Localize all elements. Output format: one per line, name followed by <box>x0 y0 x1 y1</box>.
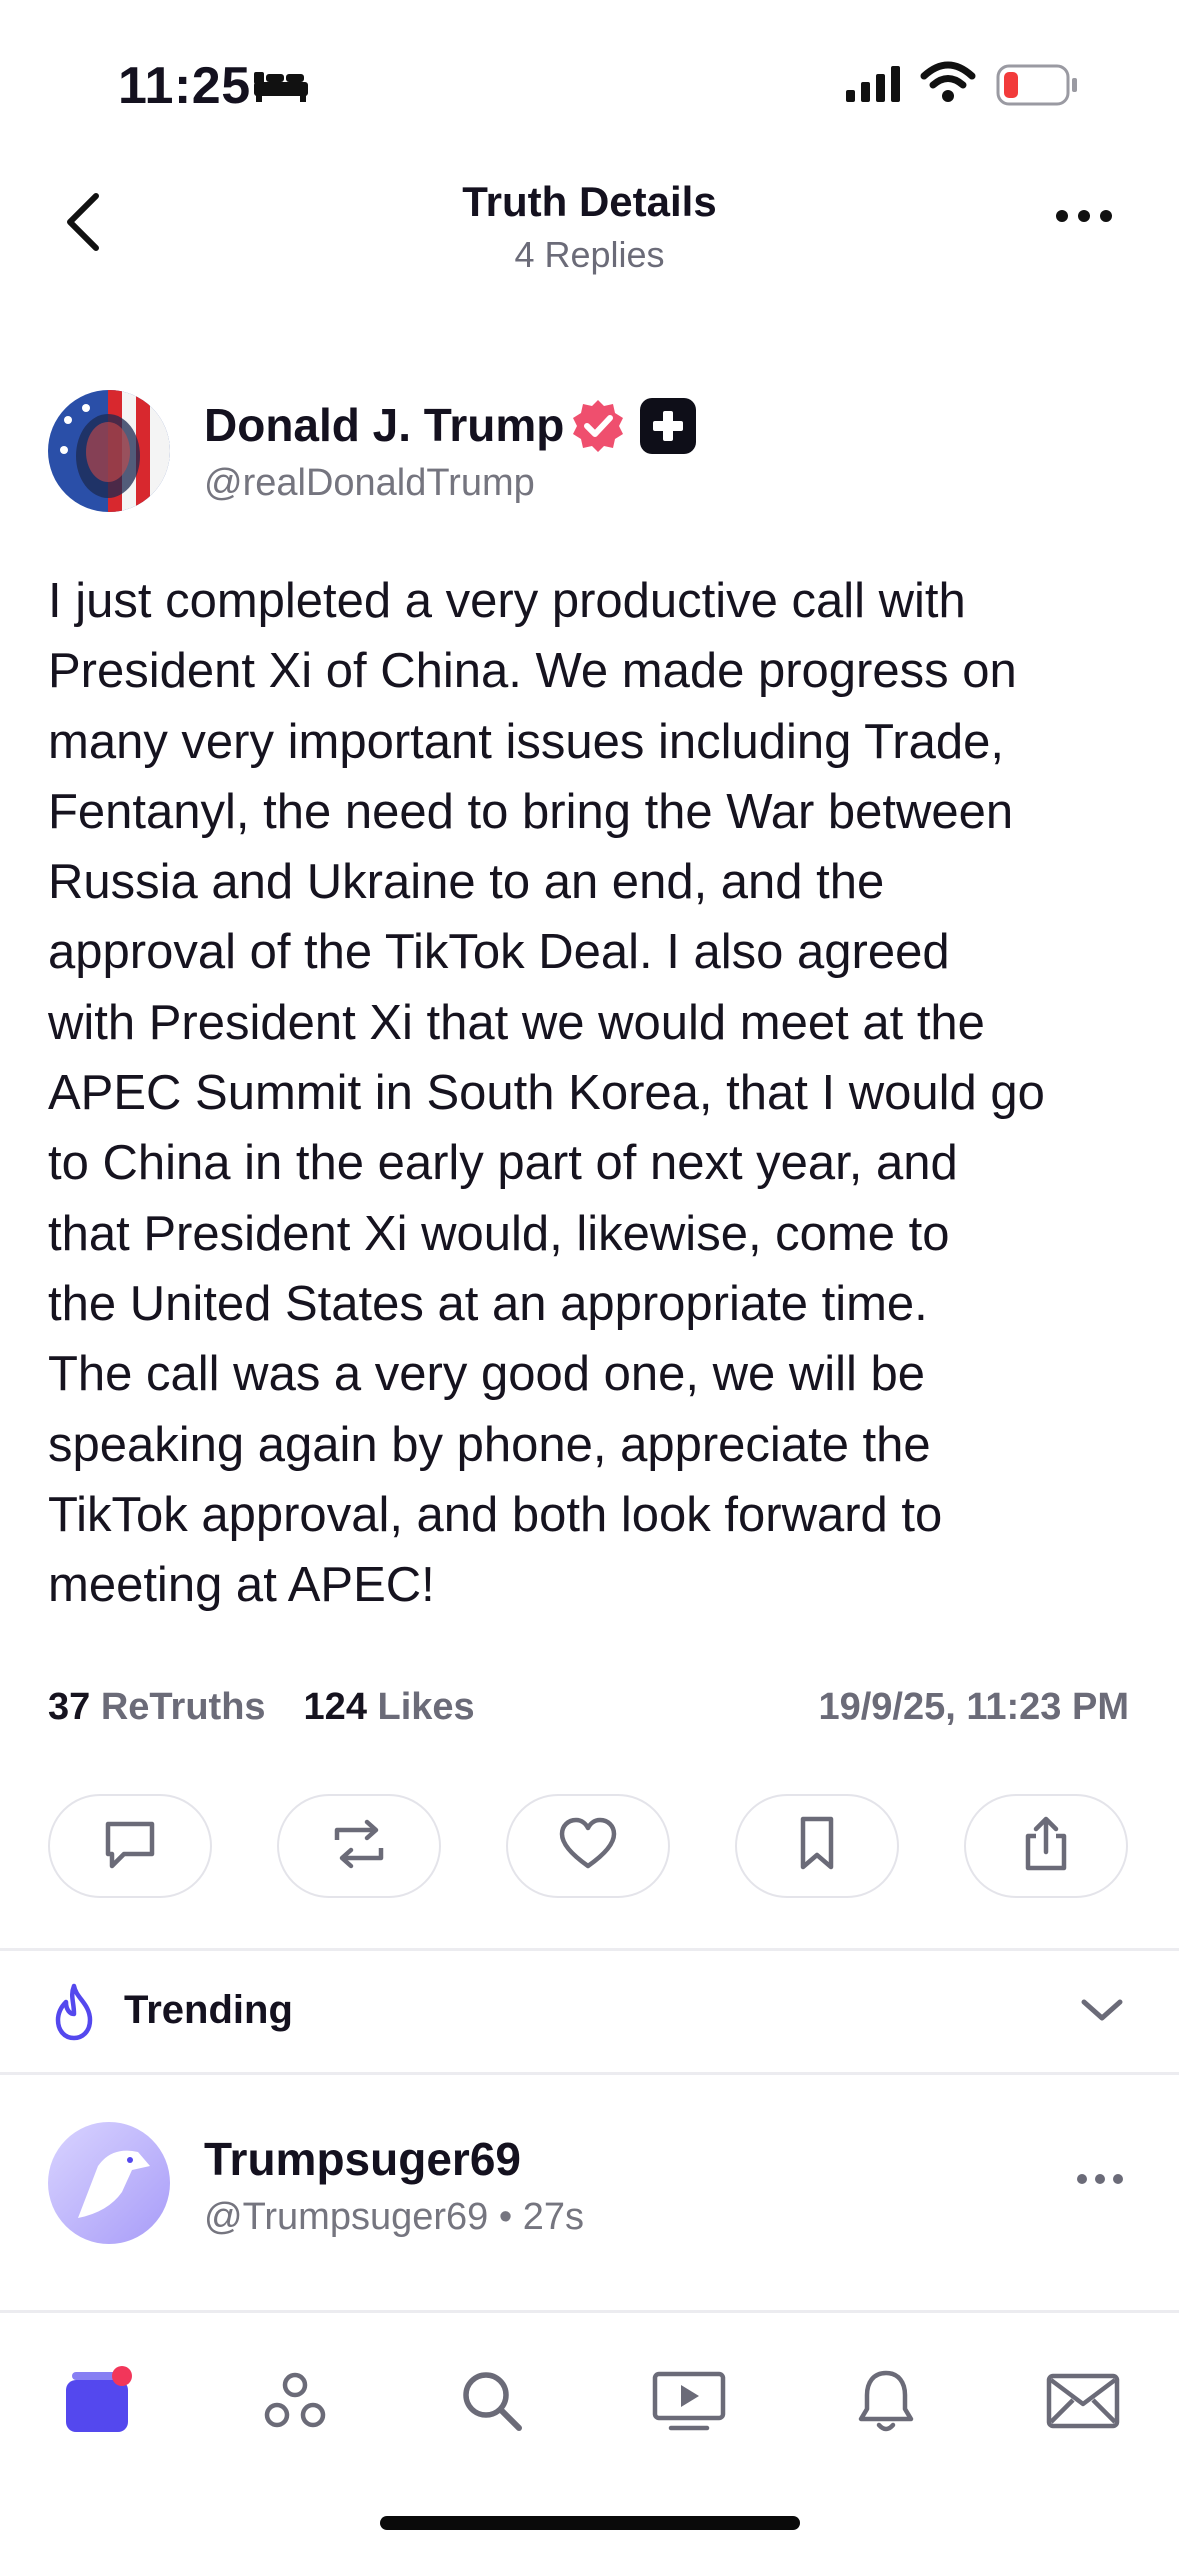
verified-badge-icon <box>570 398 626 459</box>
flame-icon <box>50 1982 98 2047</box>
battery-icon <box>996 64 1080 111</box>
post-text: I just completed a very productive call … <box>48 574 1045 1613</box>
tab-bar-divider <box>0 2310 1179 2313</box>
divider <box>0 1948 1179 1951</box>
post-stats: 37 ReTruths 124 Likes <box>48 1686 475 1729</box>
more-options-icon[interactable] <box>1054 208 1114 229</box>
tab-messages[interactable] <box>1038 2358 1128 2448</box>
tab-search[interactable] <box>447 2358 537 2448</box>
chevron-down-icon[interactable] <box>1080 1996 1124 2029</box>
author-avatar[interactable] <box>48 390 170 512</box>
divider <box>0 2072 1179 2075</box>
search-icon <box>459 2368 525 2439</box>
retruths-stat[interactable]: 37 ReTruths <box>48 1686 266 1728</box>
notifications-icon <box>855 2367 917 2440</box>
retruth-icon <box>327 1816 391 1877</box>
retruths-label: ReTruths <box>100 1686 266 1728</box>
reply-avatar[interactable] <box>48 2122 170 2244</box>
share-icon <box>1020 1814 1072 1879</box>
like-icon <box>558 1816 618 1877</box>
tv-icon <box>651 2368 727 2439</box>
wifi-icon <box>920 60 976 109</box>
reply-author-name[interactable]: Trumpsuger69 <box>204 2132 521 2186</box>
author-handle[interactable]: @realDonaldTrump <box>204 462 535 505</box>
reply-more-icon[interactable] <box>1076 2172 1124 2191</box>
post-timestamp: 19/9/25, 11:23 PM <box>818 1686 1129 1728</box>
reply-button[interactable] <box>48 1794 212 1898</box>
cellular-signal-icon <box>844 64 904 109</box>
status-time: 11:25 <box>118 57 251 115</box>
replies-count: 4 Replies <box>514 234 665 275</box>
messages-icon <box>1045 2372 1121 2435</box>
groups-icon <box>262 2369 328 2438</box>
tab-tv[interactable] <box>644 2358 734 2448</box>
home-indicator[interactable] <box>380 2516 800 2530</box>
likes-count: 124 <box>303 1686 367 1728</box>
truth-plus-icon <box>640 398 696 454</box>
share-button[interactable] <box>964 1794 1128 1898</box>
trending-label[interactable]: Trending <box>124 1988 293 2033</box>
reply-icon <box>100 1816 160 1877</box>
tab-home[interactable] <box>53 2358 143 2448</box>
likes-stat[interactable]: 124 Likes <box>304 1686 475 1728</box>
page-title: Truth Details <box>462 178 717 225</box>
bookmark-button[interactable] <box>735 1794 899 1898</box>
home-icon <box>60 2364 136 2443</box>
likes-label: Likes <box>377 1686 475 1728</box>
retruth-button[interactable] <box>277 1794 441 1898</box>
tab-notifications[interactable] <box>841 2358 931 2448</box>
tab-groups[interactable] <box>250 2358 340 2448</box>
like-button[interactable] <box>506 1794 670 1898</box>
author-name[interactable]: Donald J. Trump <box>204 398 564 452</box>
reply-meta: @Trumpsuger69 • 27s <box>204 2196 584 2238</box>
bookmark-icon <box>795 1815 839 1878</box>
sleep-focus-icon <box>252 68 310 107</box>
retruths-count: 37 <box>48 1686 91 1728</box>
